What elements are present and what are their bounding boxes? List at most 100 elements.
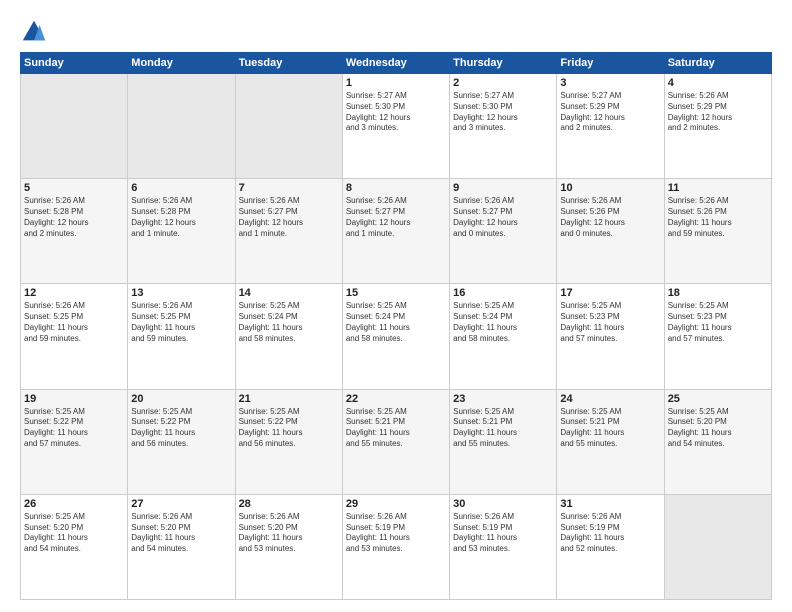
day-cell: 23 Sunrise: 5:25 AM Sunset: 5:21 PM Dayli… — [450, 389, 557, 494]
page: SundayMondayTuesdayWednesdayThursdayFrid… — [0, 0, 792, 612]
day-info: Sunrise: 5:27 AM Sunset: 5:30 PM Dayligh… — [346, 91, 446, 134]
day-number: 4 — [668, 77, 768, 89]
day-number: 18 — [668, 287, 768, 299]
day-cell: 7 Sunrise: 5:26 AM Sunset: 5:27 PM Daylig… — [235, 179, 342, 284]
day-cell: 21Sunrise: 5:25 AM Sunset: 5:22 PM Dayli… — [235, 389, 342, 494]
logo-icon — [20, 18, 48, 46]
day-cell: 6 Sunrise: 5:26 AM Sunset: 5:28 PM Daylig… — [128, 179, 235, 284]
day-info: Sunrise: 5:26 AM Sunset: 5:28 PM Dayligh… — [24, 196, 124, 239]
day-number: 15 — [346, 287, 446, 299]
day-info: Sunrise: 5:27 AM Sunset: 5:30 PM Dayligh… — [453, 91, 553, 134]
day-info: Sunrise: 5:26 AM Sunset: 5:26 PM Dayligh… — [560, 196, 660, 239]
day-info: Sunrise: 5:26 AM Sunset: 5:19 PM Dayligh… — [346, 512, 446, 555]
day-cell: 24 Sunrise: 5:25 AM Sunset: 5:21 PM Dayli… — [557, 389, 664, 494]
day-info: Sunrise: 5:25 AM Sunset: 5:21 PM Dayligh… — [453, 407, 553, 450]
day-number: 30 — [453, 498, 553, 510]
day-info: Sunrise: 5:25 AM Sunset: 5:22 PM Dayligh… — [239, 407, 339, 450]
day-info: Sunrise: 5:26 AM Sunset: 5:27 PM Dayligh… — [239, 196, 339, 239]
day-number: 29 — [346, 498, 446, 510]
weekday-tuesday: Tuesday — [235, 53, 342, 74]
day-number: 11 — [668, 182, 768, 194]
day-cell: 20 Sunrise: 5:25 AM Sunset: 5:22 PM Dayli… — [128, 389, 235, 494]
day-cell: 16 Sunrise: 5:25 AM Sunset: 5:24 PM Dayli… — [450, 284, 557, 389]
weekday-thursday: Thursday — [450, 53, 557, 74]
day-number: 25 — [668, 393, 768, 405]
day-info: Sunrise: 5:25 AM Sunset: 5:24 PM Dayligh… — [239, 301, 339, 344]
day-info: Sunrise: 5:26 AM Sunset: 5:20 PM Dayligh… — [239, 512, 339, 555]
weekday-header-row: SundayMondayTuesdayWednesdayThursdayFrid… — [21, 53, 772, 74]
day-info: Sunrise: 5:26 AM Sunset: 5:29 PM Dayligh… — [668, 91, 768, 134]
day-cell: 1 Sunrise: 5:27 AM Sunset: 5:30 PM Daylig… — [342, 74, 449, 179]
day-cell: 28 Sunrise: 5:26 AM Sunset: 5:20 PM Dayli… — [235, 494, 342, 599]
logo — [20, 18, 52, 46]
day-info: Sunrise: 5:26 AM Sunset: 5:19 PM Dayligh… — [453, 512, 553, 555]
day-cell — [664, 494, 771, 599]
day-info: Sunrise: 5:26 AM Sunset: 5:27 PM Dayligh… — [346, 196, 446, 239]
calendar-table: SundayMondayTuesdayWednesdayThursdayFrid… — [20, 52, 772, 600]
day-number: 24 — [560, 393, 660, 405]
day-number: 16 — [453, 287, 553, 299]
day-cell — [235, 74, 342, 179]
day-number: 8 — [346, 182, 446, 194]
day-cell: 9 Sunrise: 5:26 AM Sunset: 5:27 PM Daylig… — [450, 179, 557, 284]
week-row-1: 1 Sunrise: 5:27 AM Sunset: 5:30 PM Daylig… — [21, 74, 772, 179]
day-info: Sunrise: 5:25 AM Sunset: 5:20 PM Dayligh… — [668, 407, 768, 450]
day-info: Sunrise: 5:26 AM Sunset: 5:19 PM Dayligh… — [560, 512, 660, 555]
day-cell — [128, 74, 235, 179]
day-number: 9 — [453, 182, 553, 194]
day-info: Sunrise: 5:26 AM Sunset: 5:27 PM Dayligh… — [453, 196, 553, 239]
day-cell: 22 Sunrise: 5:25 AM Sunset: 5:21 PM Dayli… — [342, 389, 449, 494]
day-number: 6 — [131, 182, 231, 194]
day-info: Sunrise: 5:25 AM Sunset: 5:22 PM Dayligh… — [131, 407, 231, 450]
day-number: 7 — [239, 182, 339, 194]
day-cell — [21, 74, 128, 179]
day-info: Sunrise: 5:25 AM Sunset: 5:23 PM Dayligh… — [560, 301, 660, 344]
weekday-friday: Friday — [557, 53, 664, 74]
weekday-monday: Monday — [128, 53, 235, 74]
day-info: Sunrise: 5:26 AM Sunset: 5:28 PM Dayligh… — [131, 196, 231, 239]
day-number: 2 — [453, 77, 553, 89]
day-cell: 13Sunrise: 5:26 AM Sunset: 5:25 PM Dayli… — [128, 284, 235, 389]
day-number: 1 — [346, 77, 446, 89]
day-info: Sunrise: 5:25 AM Sunset: 5:21 PM Dayligh… — [560, 407, 660, 450]
day-info: Sunrise: 5:27 AM Sunset: 5:29 PM Dayligh… — [560, 91, 660, 134]
day-cell: 27Sunrise: 5:26 AM Sunset: 5:20 PM Dayli… — [128, 494, 235, 599]
week-row-3: 12 Sunrise: 5:26 AM Sunset: 5:25 PM Dayli… — [21, 284, 772, 389]
day-number: 17 — [560, 287, 660, 299]
day-number: 26 — [24, 498, 124, 510]
weekday-saturday: Saturday — [664, 53, 771, 74]
day-cell: 25 Sunrise: 5:25 AM Sunset: 5:20 PM Dayli… — [664, 389, 771, 494]
day-number: 12 — [24, 287, 124, 299]
day-number: 20 — [131, 393, 231, 405]
day-cell: 10 Sunrise: 5:26 AM Sunset: 5:26 PM Dayli… — [557, 179, 664, 284]
day-number: 22 — [346, 393, 446, 405]
day-number: 19 — [24, 393, 124, 405]
week-row-4: 19 Sunrise: 5:25 AM Sunset: 5:22 PM Dayli… — [21, 389, 772, 494]
day-info: Sunrise: 5:26 AM Sunset: 5:25 PM Dayligh… — [24, 301, 124, 344]
day-info: Sunrise: 5:25 AM Sunset: 5:24 PM Dayligh… — [453, 301, 553, 344]
day-number: 28 — [239, 498, 339, 510]
day-cell: 18Sunrise: 5:25 AM Sunset: 5:23 PM Dayli… — [664, 284, 771, 389]
day-info: Sunrise: 5:25 AM Sunset: 5:22 PM Dayligh… — [24, 407, 124, 450]
day-number: 23 — [453, 393, 553, 405]
week-row-2: 5Sunrise: 5:26 AM Sunset: 5:28 PM Daylig… — [21, 179, 772, 284]
day-info: Sunrise: 5:25 AM Sunset: 5:21 PM Dayligh… — [346, 407, 446, 450]
weekday-wednesday: Wednesday — [342, 53, 449, 74]
day-cell: 3 Sunrise: 5:27 AM Sunset: 5:29 PM Daylig… — [557, 74, 664, 179]
day-cell: 26Sunrise: 5:25 AM Sunset: 5:20 PM Dayli… — [21, 494, 128, 599]
day-number: 31 — [560, 498, 660, 510]
day-cell: 19 Sunrise: 5:25 AM Sunset: 5:22 PM Dayli… — [21, 389, 128, 494]
day-cell: 17 Sunrise: 5:25 AM Sunset: 5:23 PM Dayli… — [557, 284, 664, 389]
day-cell: 29 Sunrise: 5:26 AM Sunset: 5:19 PM Dayli… — [342, 494, 449, 599]
day-cell: 12 Sunrise: 5:26 AM Sunset: 5:25 PM Dayli… — [21, 284, 128, 389]
day-cell: 31 Sunrise: 5:26 AM Sunset: 5:19 PM Dayli… — [557, 494, 664, 599]
header — [20, 18, 772, 46]
day-cell: 15Sunrise: 5:25 AM Sunset: 5:24 PM Dayli… — [342, 284, 449, 389]
day-number: 3 — [560, 77, 660, 89]
day-number: 13 — [131, 287, 231, 299]
day-cell: 4 Sunrise: 5:26 AM Sunset: 5:29 PM Daylig… — [664, 74, 771, 179]
day-cell: 30 Sunrise: 5:26 AM Sunset: 5:19 PM Dayli… — [450, 494, 557, 599]
day-number: 14 — [239, 287, 339, 299]
week-row-5: 26Sunrise: 5:25 AM Sunset: 5:20 PM Dayli… — [21, 494, 772, 599]
day-number: 10 — [560, 182, 660, 194]
